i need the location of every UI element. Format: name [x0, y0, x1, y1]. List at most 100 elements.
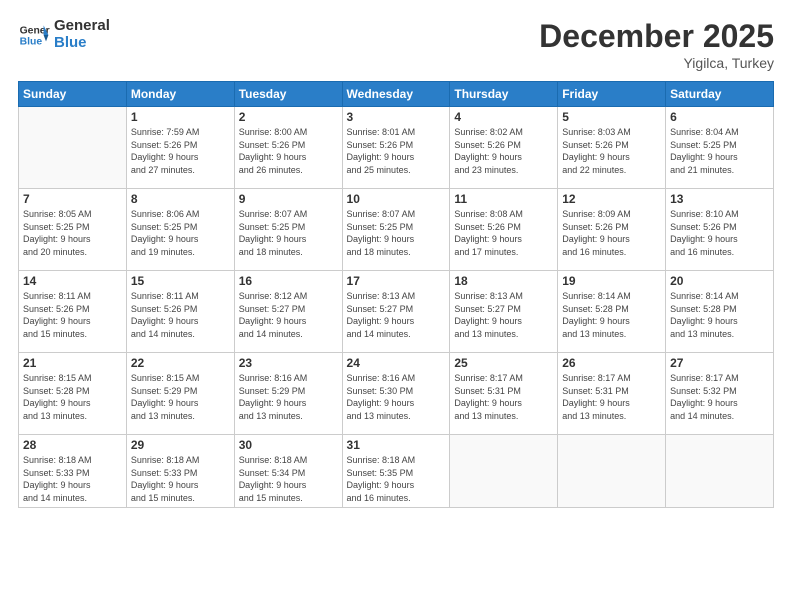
- day-cell: 13 Sunrise: 8:10 AMSunset: 5:26 PMDayligh…: [666, 189, 774, 271]
- calendar-header: SundayMondayTuesdayWednesdayThursdayFrid…: [19, 82, 774, 107]
- day-number: 26: [562, 356, 661, 370]
- day-info: Sunrise: 8:13 AMSunset: 5:27 PMDaylight:…: [347, 290, 446, 340]
- day-header-saturday: Saturday: [666, 82, 774, 107]
- day-number: 12: [562, 192, 661, 206]
- day-number: 10: [347, 192, 446, 206]
- day-number: 18: [454, 274, 553, 288]
- day-header-wednesday: Wednesday: [342, 82, 450, 107]
- day-cell: [450, 435, 558, 508]
- day-cell: 6Sunrise: 8:04 AMSunset: 5:25 PMDaylight…: [666, 107, 774, 189]
- calendar: SundayMondayTuesdayWednesdayThursdayFrid…: [18, 81, 774, 508]
- day-number: 11: [454, 192, 553, 206]
- day-number: 22: [131, 356, 230, 370]
- day-info: Sunrise: 8:11 AMSunset: 5:26 PMDaylight:…: [131, 290, 230, 340]
- week-row-2: 14 Sunrise: 8:11 AMSunset: 5:26 PMDayligh…: [19, 271, 774, 353]
- week-row-0: 1 Sunrise: 7:59 AMSunset: 5:26 PMDaylight…: [19, 107, 774, 189]
- day-number: 19: [562, 274, 661, 288]
- day-info: Sunrise: 8:18 AMSunset: 5:33 PMDaylight:…: [131, 454, 230, 504]
- day-info: Sunrise: 8:16 AMSunset: 5:30 PMDaylight:…: [347, 372, 446, 422]
- day-number: 14: [23, 274, 122, 288]
- day-info: Sunrise: 8:03 AMSunset: 5:26 PMDaylight:…: [562, 126, 661, 176]
- day-cell: 16 Sunrise: 8:12 AMSunset: 5:27 PMDayligh…: [234, 271, 342, 353]
- day-info: Sunrise: 8:14 AMSunset: 5:28 PMDaylight:…: [562, 290, 661, 340]
- day-cell: 3 Sunrise: 8:01 AMSunset: 5:26 PMDaylight…: [342, 107, 450, 189]
- day-cell: 8 Sunrise: 8:06 AMSunset: 5:25 PMDaylight…: [126, 189, 234, 271]
- week-row-4: 28Sunrise: 8:18 AMSunset: 5:33 PMDayligh…: [19, 435, 774, 508]
- day-info: Sunrise: 8:17 AMSunset: 5:32 PMDaylight:…: [670, 372, 769, 422]
- day-cell: 1 Sunrise: 7:59 AMSunset: 5:26 PMDaylight…: [126, 107, 234, 189]
- day-info: Sunrise: 8:00 AMSunset: 5:26 PMDaylight:…: [239, 126, 338, 176]
- day-cell: 14 Sunrise: 8:11 AMSunset: 5:26 PMDayligh…: [19, 271, 127, 353]
- logo-line1: General: [54, 18, 110, 35]
- day-cell: 27 Sunrise: 8:17 AMSunset: 5:32 PMDayligh…: [666, 353, 774, 435]
- day-info: Sunrise: 8:07 AMSunset: 5:25 PMDaylight:…: [239, 208, 338, 258]
- month-title: December 2025: [539, 18, 774, 55]
- day-cell: 19 Sunrise: 8:14 AMSunset: 5:28 PMDayligh…: [558, 271, 666, 353]
- day-info: Sunrise: 8:04 AMSunset: 5:25 PMDaylight:…: [670, 126, 769, 176]
- day-number: 27: [670, 356, 769, 370]
- day-cell: 5 Sunrise: 8:03 AMSunset: 5:26 PMDaylight…: [558, 107, 666, 189]
- day-number: 30: [239, 438, 338, 452]
- day-cell: [558, 435, 666, 508]
- day-cell: 23 Sunrise: 8:16 AMSunset: 5:29 PMDayligh…: [234, 353, 342, 435]
- day-number: 7: [23, 192, 122, 206]
- day-info: Sunrise: 8:01 AMSunset: 5:26 PMDaylight:…: [347, 126, 446, 176]
- day-info: Sunrise: 8:09 AMSunset: 5:26 PMDaylight:…: [562, 208, 661, 258]
- day-cell: 25 Sunrise: 8:17 AMSunset: 5:31 PMDayligh…: [450, 353, 558, 435]
- day-header-friday: Friday: [558, 82, 666, 107]
- day-cell: 30 Sunrise: 8:18 AMSunset: 5:34 PMDayligh…: [234, 435, 342, 508]
- day-info: Sunrise: 8:17 AMSunset: 5:31 PMDaylight:…: [454, 372, 553, 422]
- day-cell: 10 Sunrise: 8:07 AMSunset: 5:25 PMDayligh…: [342, 189, 450, 271]
- day-number: 8: [131, 192, 230, 206]
- day-number: 25: [454, 356, 553, 370]
- day-header-sunday: Sunday: [19, 82, 127, 107]
- header: General Blue General Blue December 2025 …: [18, 18, 774, 71]
- svg-text:Blue: Blue: [20, 36, 43, 47]
- logo: General Blue General Blue: [18, 18, 110, 51]
- day-number: 1: [131, 110, 230, 124]
- day-cell: 9 Sunrise: 8:07 AMSunset: 5:25 PMDaylight…: [234, 189, 342, 271]
- day-cell: 2Sunrise: 8:00 AMSunset: 5:26 PMDaylight…: [234, 107, 342, 189]
- day-info: Sunrise: 8:14 AMSunset: 5:28 PMDaylight:…: [670, 290, 769, 340]
- day-number: 3: [347, 110, 446, 124]
- day-info: Sunrise: 8:07 AMSunset: 5:25 PMDaylight:…: [347, 208, 446, 258]
- day-number: 21: [23, 356, 122, 370]
- day-number: 9: [239, 192, 338, 206]
- day-number: 4: [454, 110, 553, 124]
- day-number: 16: [239, 274, 338, 288]
- day-info: Sunrise: 8:02 AMSunset: 5:26 PMDaylight:…: [454, 126, 553, 176]
- day-info: Sunrise: 8:18 AMSunset: 5:35 PMDaylight:…: [347, 454, 446, 504]
- day-number: 17: [347, 274, 446, 288]
- day-cell: 11Sunrise: 8:08 AMSunset: 5:26 PMDayligh…: [450, 189, 558, 271]
- day-number: 13: [670, 192, 769, 206]
- day-info: Sunrise: 8:10 AMSunset: 5:26 PMDaylight:…: [670, 208, 769, 258]
- week-row-3: 21 Sunrise: 8:15 AMSunset: 5:28 PMDayligh…: [19, 353, 774, 435]
- day-cell: 28Sunrise: 8:18 AMSunset: 5:33 PMDayligh…: [19, 435, 127, 508]
- day-cell: 20Sunrise: 8:14 AMSunset: 5:28 PMDayligh…: [666, 271, 774, 353]
- header-row: SundayMondayTuesdayWednesdayThursdayFrid…: [19, 82, 774, 107]
- day-cell: 4 Sunrise: 8:02 AMSunset: 5:26 PMDaylight…: [450, 107, 558, 189]
- day-info: Sunrise: 8:15 AMSunset: 5:28 PMDaylight:…: [23, 372, 122, 422]
- day-info: Sunrise: 7:59 AMSunset: 5:26 PMDaylight:…: [131, 126, 230, 176]
- day-info: Sunrise: 8:16 AMSunset: 5:29 PMDaylight:…: [239, 372, 338, 422]
- day-info: Sunrise: 8:17 AMSunset: 5:31 PMDaylight:…: [562, 372, 661, 422]
- day-info: Sunrise: 8:12 AMSunset: 5:27 PMDaylight:…: [239, 290, 338, 340]
- day-info: Sunrise: 8:06 AMSunset: 5:25 PMDaylight:…: [131, 208, 230, 258]
- day-header-monday: Monday: [126, 82, 234, 107]
- day-header-thursday: Thursday: [450, 82, 558, 107]
- day-info: Sunrise: 8:18 AMSunset: 5:34 PMDaylight:…: [239, 454, 338, 504]
- day-number: 5: [562, 110, 661, 124]
- calendar-body: 1 Sunrise: 7:59 AMSunset: 5:26 PMDaylight…: [19, 107, 774, 508]
- day-cell: [666, 435, 774, 508]
- day-cell: 17 Sunrise: 8:13 AMSunset: 5:27 PMDayligh…: [342, 271, 450, 353]
- day-number: 23: [239, 356, 338, 370]
- day-info: Sunrise: 8:11 AMSunset: 5:26 PMDaylight:…: [23, 290, 122, 340]
- day-cell: [19, 107, 127, 189]
- day-number: 29: [131, 438, 230, 452]
- day-info: Sunrise: 8:13 AMSunset: 5:27 PMDaylight:…: [454, 290, 553, 340]
- day-cell: 26 Sunrise: 8:17 AMSunset: 5:31 PMDayligh…: [558, 353, 666, 435]
- week-row-1: 7Sunrise: 8:05 AMSunset: 5:25 PMDaylight…: [19, 189, 774, 271]
- logo-line2: Blue: [54, 35, 110, 52]
- day-cell: 12 Sunrise: 8:09 AMSunset: 5:26 PMDayligh…: [558, 189, 666, 271]
- day-cell: 18 Sunrise: 8:13 AMSunset: 5:27 PMDayligh…: [450, 271, 558, 353]
